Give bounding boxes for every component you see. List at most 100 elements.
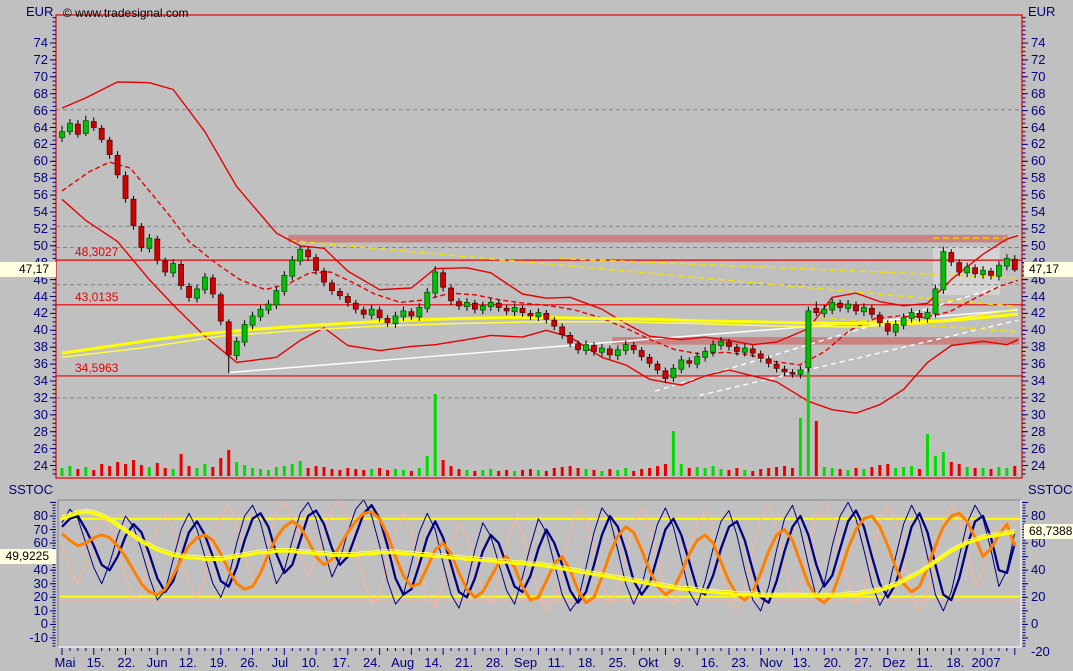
- price-axis-label-right: 32: [1031, 391, 1045, 405]
- candle-body: [663, 371, 668, 379]
- candle-body: [814, 308, 819, 312]
- candle-body: [417, 307, 422, 316]
- price-axis-label-left: 68: [18, 87, 48, 101]
- candle-body: [742, 348, 747, 352]
- price-axis-label-left: 28: [18, 425, 48, 439]
- candle-body: [591, 346, 596, 352]
- volume-bar: [156, 463, 159, 476]
- volume-bar: [696, 467, 699, 476]
- candle-body: [941, 252, 946, 290]
- price-axis-label-right: 34: [1031, 374, 1045, 388]
- candle-body: [449, 288, 454, 301]
- volume-bar: [767, 468, 770, 476]
- candle-body: [282, 275, 287, 291]
- volume-bar: [553, 468, 556, 476]
- candle-body: [726, 342, 731, 346]
- volume-bar: [211, 467, 214, 476]
- stoch-marker-right: 68,7388: [1024, 524, 1073, 539]
- volume-bar: [497, 471, 500, 476]
- price-axis-label-right: 44: [1031, 290, 1045, 304]
- price-axis-label-left: 40: [18, 323, 48, 337]
- volume-bar: [759, 469, 762, 476]
- alert-line-label: 48,3027: [75, 245, 118, 259]
- volume-bar: [458, 469, 461, 476]
- chart-canvas: [0, 0, 1073, 671]
- candle-body: [854, 305, 859, 311]
- price-axis-label-right: 40: [1031, 323, 1045, 337]
- volume-bar: [92, 470, 95, 476]
- volume-bar: [807, 354, 810, 476]
- price-axis-label-right: 28: [1031, 425, 1045, 439]
- price-axis-label-right: 62: [1031, 137, 1045, 151]
- candle-body: [83, 121, 88, 134]
- volume-bar: [561, 467, 564, 476]
- candle-body: [996, 265, 1001, 276]
- candle-body: [425, 292, 430, 308]
- volume-bar: [370, 469, 373, 476]
- volume-bar: [76, 469, 79, 476]
- volume-bar: [1013, 466, 1016, 476]
- volume-bar: [870, 467, 873, 476]
- candle-body: [615, 350, 620, 356]
- stoch-axis-label-left: -10: [18, 631, 48, 645]
- volume-bar: [465, 470, 468, 476]
- volume-bar: [283, 466, 286, 476]
- price-axis-label-left: 62: [18, 137, 48, 151]
- volume-bar: [918, 469, 921, 476]
- candle-body: [544, 313, 549, 319]
- candle-body: [194, 289, 199, 298]
- price-axis-label-right: 54: [1031, 205, 1045, 219]
- volume-bar: [997, 467, 1000, 476]
- volume-bar: [592, 470, 595, 476]
- candle-body: [988, 271, 993, 275]
- candle-body: [981, 270, 986, 274]
- volume-bar: [720, 469, 723, 476]
- candle-body: [60, 132, 65, 138]
- volume-bar: [743, 470, 746, 476]
- candle-body: [719, 341, 724, 345]
- volume-bar: [124, 464, 127, 476]
- candle-body: [337, 291, 342, 295]
- volume-bar: [291, 464, 294, 476]
- candle-body: [234, 341, 239, 355]
- price-axis-label-left: 60: [18, 154, 48, 168]
- volume-bar: [267, 470, 270, 476]
- stoch-title-right: SSTOC: [1028, 483, 1073, 497]
- volume-bar: [783, 466, 786, 476]
- candle-body: [901, 318, 906, 326]
- candle-body: [838, 303, 843, 307]
- candle-body: [210, 278, 215, 294]
- volume-bar: [521, 470, 524, 476]
- volume-bar: [569, 466, 572, 476]
- volume-bar: [481, 470, 484, 476]
- candle-body: [560, 327, 565, 335]
- candle-body: [639, 351, 644, 357]
- candle-body: [306, 250, 311, 257]
- volume-bar: [505, 470, 508, 476]
- volume-bar: [966, 467, 969, 476]
- candle-body: [99, 128, 104, 139]
- volume-bar: [172, 469, 175, 476]
- price-axis-label-right: 24: [1031, 459, 1045, 473]
- volume-bar: [950, 462, 953, 476]
- price-axis-label-left: 50: [18, 239, 48, 253]
- candle-body: [258, 309, 263, 317]
- candle-body: [107, 140, 112, 154]
- volume-bar: [116, 462, 119, 476]
- candle-body: [139, 226, 144, 247]
- volume-bar: [235, 462, 238, 476]
- volume-bar: [894, 468, 897, 476]
- price-axis-label-left: 64: [18, 121, 48, 135]
- volume-bar: [775, 467, 778, 476]
- volume-bar: [585, 469, 588, 476]
- price-axis-label-right: 74: [1031, 36, 1045, 50]
- price-axis-label-left: 74: [18, 36, 48, 50]
- volume-bar: [934, 456, 937, 476]
- candle-body: [441, 273, 446, 287]
- price-axis-label-left: 36: [18, 357, 48, 371]
- price-axis-label-right: 52: [1031, 222, 1045, 236]
- stoch-marker-left: 49,9225: [0, 549, 56, 564]
- candle-body: [933, 289, 938, 314]
- volume-bar: [61, 468, 64, 476]
- candle-body: [314, 258, 319, 271]
